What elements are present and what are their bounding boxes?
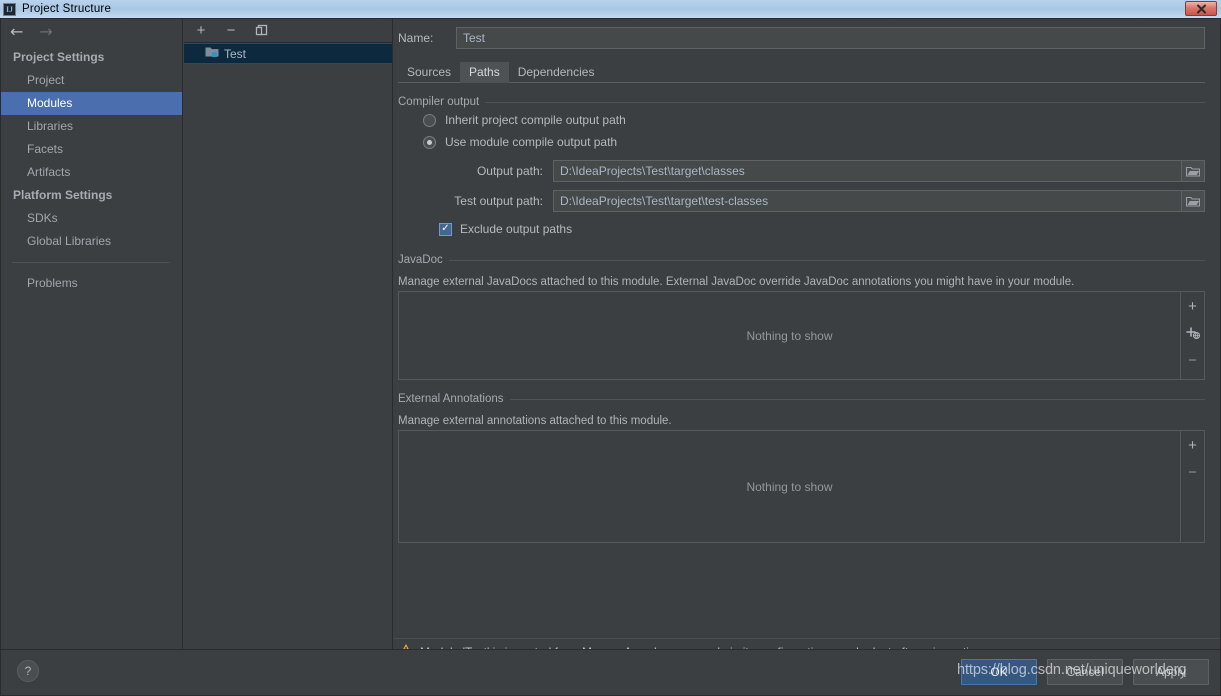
help-button[interactable]: ?	[17, 660, 39, 682]
dialog-bottom-bar: ? OK Cancel Apply	[0, 649, 1221, 696]
external-annotations-add-button[interactable]: +	[1184, 437, 1202, 453]
window-title: Project Structure	[22, 3, 112, 15]
close-icon[interactable]	[1185, 1, 1217, 16]
test-output-path-input[interactable]	[553, 190, 1181, 212]
javadoc-add-button[interactable]: +	[1184, 298, 1202, 314]
external-annotations-header: External Annotations	[398, 392, 1205, 406]
module-icon	[205, 45, 219, 63]
module-name-row: Name:	[398, 25, 1205, 51]
sidebar-item-modules[interactable]: Modules	[0, 92, 182, 115]
module-settings-content: Name: Sources Paths Dependencies Compile…	[394, 18, 1221, 649]
radio-use-module-output[interactable]: Use module compile output path	[423, 131, 1205, 153]
external-annotations-section: External Annotations Manage external ann…	[398, 392, 1205, 543]
tab-paths[interactable]: Paths	[460, 62, 509, 83]
javadoc-section: JavaDoc Manage external JavaDocs attache…	[398, 253, 1205, 380]
section-divider-line	[509, 398, 1205, 400]
back-arrow-icon[interactable]: ←	[10, 24, 23, 40]
javadoc-remove-button[interactable]: −	[1184, 352, 1202, 368]
output-path-input[interactable]	[553, 160, 1181, 182]
close-x-glyph	[1196, 4, 1206, 13]
test-output-path-label: Test output path:	[454, 194, 543, 208]
sidebar-item-problems[interactable]: Problems	[0, 272, 182, 295]
add-module-button[interactable]: +	[193, 22, 209, 38]
radio-use-module-label: Use module compile output path	[445, 135, 618, 149]
sidebar-item-artifacts[interactable]: Artifacts	[0, 161, 182, 184]
folder-icon[interactable]	[1181, 190, 1205, 212]
external-annotations-title: External Annotations	[398, 393, 504, 405]
external-annotations-list-wrap: Nothing to show + −	[398, 430, 1205, 543]
modules-toolbar: + −	[184, 18, 392, 42]
external-annotations-description: Manage external annotations attached to …	[398, 415, 672, 427]
javadoc-list-wrap: Nothing to show + −	[398, 291, 1205, 380]
test-output-path-row: Test output path:	[398, 189, 1205, 213]
intellij-idea-icon: IJ	[3, 2, 16, 16]
navigation-arrows: ← →	[0, 18, 182, 46]
apply-button[interactable]: Apply	[1133, 659, 1209, 685]
section-divider-line	[448, 259, 1205, 261]
dialog-body: ← → Project Settings Project Modules Lib…	[0, 18, 1221, 696]
exclude-output-paths-checkbox-row[interactable]: ✓ Exclude output paths	[439, 217, 1205, 241]
settings-sidebar: ← → Project Settings Project Modules Lib…	[0, 18, 183, 649]
compiler-output-section: Compiler output Inherit project compile …	[398, 95, 1205, 241]
compiler-output-title: Compiler output	[398, 96, 480, 108]
compiler-output-header: Compiler output	[398, 95, 1205, 109]
modules-panel: + − Test	[184, 18, 393, 649]
external-annotations-list-buttons: + −	[1181, 430, 1205, 543]
javadoc-title: JavaDoc	[398, 254, 443, 266]
javadoc-empty-text: Nothing to show	[746, 328, 833, 343]
javadoc-list-buttons: + −	[1181, 291, 1205, 380]
module-label: Test	[224, 46, 247, 61]
sidebar-item-libraries[interactable]: Libraries	[0, 115, 182, 138]
cancel-button[interactable]: Cancel	[1047, 659, 1123, 685]
folder-icon[interactable]	[1181, 160, 1205, 182]
modules-list: Test	[184, 42, 392, 649]
forward-arrow-icon[interactable]: →	[39, 24, 52, 40]
external-annotations-empty-text: Nothing to show	[746, 479, 833, 494]
sidebar-item-global-libraries[interactable]: Global Libraries	[0, 230, 182, 253]
radio-inherit-project-output[interactable]: Inherit project compile output path	[423, 109, 1205, 131]
radio-button-icon	[423, 113, 436, 127]
checkbox-checked-icon: ✓	[439, 222, 452, 236]
output-path-label: Output path:	[476, 164, 543, 178]
list-item[interactable]: Test	[184, 43, 392, 64]
ok-button[interactable]: OK	[961, 659, 1037, 685]
javadoc-description: Manage external JavaDocs attached to thi…	[398, 276, 1075, 288]
sidebar-group-project-settings: Project Settings	[13, 50, 105, 64]
section-divider-line	[485, 101, 1205, 103]
javadoc-add-url-button[interactable]	[1184, 325, 1202, 341]
javadoc-list[interactable]: Nothing to show	[398, 291, 1181, 380]
sidebar-group-platform-settings: Platform Settings	[13, 188, 113, 202]
sidebar-item-facets[interactable]: Facets	[0, 138, 182, 161]
checkmark-icon: ✓	[441, 223, 450, 234]
sidebar-item-sdks[interactable]: SDKs	[0, 207, 182, 230]
remove-module-button[interactable]: −	[223, 22, 239, 38]
external-annotations-remove-button[interactable]: −	[1184, 464, 1202, 480]
radio-inherit-label: Inherit project compile output path	[445, 113, 626, 127]
module-tabs: Sources Paths Dependencies	[398, 61, 1221, 83]
tab-dependencies[interactable]: Dependencies	[509, 62, 604, 83]
external-annotations-list[interactable]: Nothing to show	[398, 430, 1181, 543]
sidebar-item-project[interactable]: Project	[0, 69, 182, 92]
dialog-action-buttons: OK Cancel Apply	[961, 659, 1209, 685]
copy-module-icon[interactable]	[253, 22, 269, 38]
javadoc-header: JavaDoc	[398, 253, 1205, 267]
module-name-label: Name:	[398, 31, 434, 45]
project-structure-dialog: IJ Project Structure ← → Project Setting…	[0, 0, 1221, 696]
output-path-row: Output path:	[398, 159, 1205, 183]
tab-sources[interactable]: Sources	[398, 62, 460, 83]
sidebar-divider	[12, 262, 170, 263]
window-titlebar: IJ Project Structure	[0, 0, 1221, 18]
module-name-input[interactable]	[456, 27, 1205, 49]
radio-button-selected-icon	[423, 135, 436, 149]
exclude-output-paths-label: Exclude output paths	[460, 222, 573, 236]
